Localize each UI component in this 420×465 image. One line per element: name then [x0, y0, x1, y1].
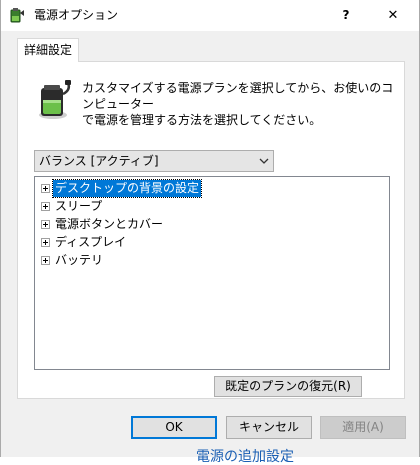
tree-item-sleep[interactable]: スリープ — [41, 198, 241, 216]
restore-plan-defaults-button[interactable]: 既定のプランの復元(R) — [214, 376, 362, 397]
tree-item-label: ディスプレイ — [55, 235, 127, 249]
tree-item-label: 電源ボタンとカバー — [55, 217, 164, 231]
chevron-down-icon — [259, 158, 269, 164]
power-options-icon — [10, 8, 24, 23]
description-line-1: カスタマイズする電源プランを選択してから、お使いのコンピューター — [82, 81, 394, 111]
tree-item-label: スリープ — [55, 199, 103, 213]
cancel-button[interactable]: キャンセル — [226, 416, 312, 439]
expand-icon[interactable] — [41, 220, 50, 229]
tab-advanced-settings[interactable]: 詳細設定 — [17, 38, 79, 62]
description-text: カスタマイズする電源プランを選択してから、お使いのコンピューター で電源を管理す… — [82, 80, 400, 128]
tree-item-desktop-background[interactable]: デスクトップの背景の設定 — [41, 179, 241, 198]
tree-item-power-buttons-lid[interactable]: 電源ボタンとカバー — [41, 216, 241, 234]
expand-icon[interactable] — [41, 184, 50, 193]
power-options-dialog: 電源オプション ? ✕ 詳細設定 カスタマイズする電源プランを選択してから、お使… — [0, 0, 420, 457]
tree-item-display[interactable]: ディスプレイ — [41, 234, 241, 252]
background-power-settings-link[interactable]: 電源の追加設定 — [196, 449, 294, 465]
help-button[interactable]: ? — [323, 0, 369, 31]
ok-button[interactable]: OK — [131, 416, 217, 439]
advanced-settings-panel: カスタマイズする電源プランを選択してから、お使いのコンピューター で電源を管理す… — [17, 61, 405, 399]
tree-item-label: デスクトップの背景の設定 — [51, 179, 203, 198]
tree-item-battery[interactable]: バッテリ — [41, 252, 241, 270]
battery-power-icon — [39, 80, 71, 119]
tree-item-label: バッテリ — [55, 253, 104, 267]
expand-icon[interactable] — [41, 256, 50, 265]
tab-label: 詳細設定 — [23, 43, 72, 57]
description-line-2: で電源を管理する方法を選択してください。 — [82, 113, 322, 127]
settings-tree[interactable]: デスクトップの背景の設定 スリープ 電源ボタンとカバー ディスプレイ バッテリ — [34, 176, 390, 370]
close-button[interactable]: ✕ — [370, 0, 416, 31]
expand-icon[interactable] — [41, 202, 50, 211]
expand-icon[interactable] — [41, 238, 50, 247]
window-title: 電源オプション — [34, 8, 119, 22]
title-bar[interactable]: 電源オプション ? ✕ — [1, 0, 419, 31]
power-plan-value: バランス [アクティブ] — [39, 154, 159, 168]
apply-button[interactable]: 適用(A) — [320, 416, 406, 439]
power-plan-select[interactable]: バランス [アクティブ] — [34, 150, 274, 172]
